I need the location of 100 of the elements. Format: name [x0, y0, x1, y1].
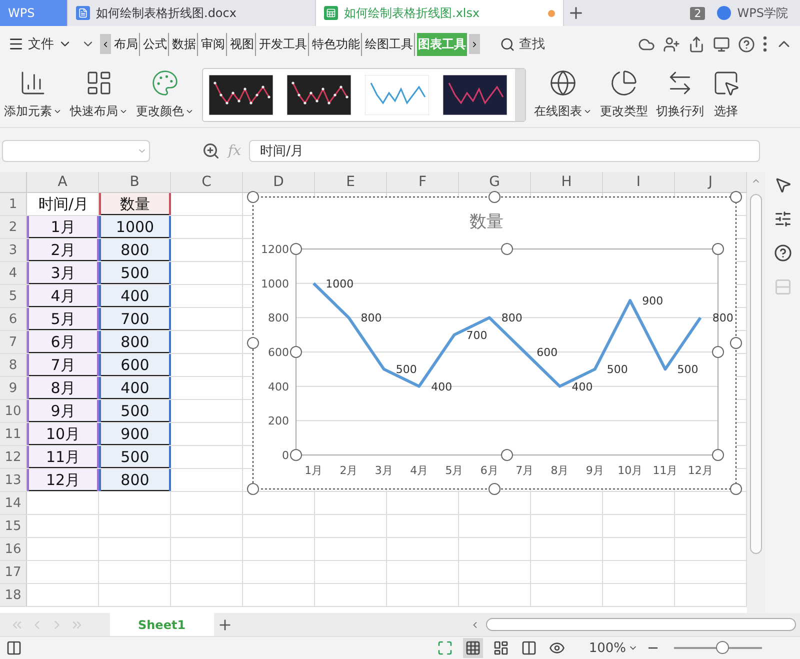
- chart-style-thumbnail[interactable]: [209, 74, 273, 114]
- data-label: 1000: [326, 277, 354, 290]
- window-count[interactable]: 2: [690, 6, 706, 20]
- row-header[interactable]: 16: [0, 538, 27, 560]
- slider-thumb[interactable]: [716, 641, 730, 654]
- caret-icon: [583, 107, 592, 116]
- ribbon-tab[interactable]: 公式: [142, 32, 169, 56]
- zoom-level[interactable]: 100%: [588, 640, 638, 656]
- column-header[interactable]: C: [171, 172, 243, 192]
- row-header[interactable]: 17: [0, 561, 27, 583]
- resize-handle[interactable]: [730, 191, 742, 203]
- row-header[interactable]: 11: [0, 423, 27, 445]
- chart-style-thumbnail[interactable]: [443, 74, 507, 114]
- chevron-left-icon: [101, 40, 110, 48]
- search-button[interactable]: 查找: [494, 34, 551, 54]
- file-menu[interactable]: 文件: [4, 35, 76, 53]
- ribbon-button[interactable]: 切换行列: [652, 67, 708, 122]
- ribbon-tab[interactable]: 数据: [171, 32, 198, 56]
- row-header[interactable]: 13: [0, 469, 27, 491]
- sheet-tab[interactable]: Sheet1: [110, 613, 214, 636]
- formula-field[interactable]: 时间/月: [249, 140, 760, 162]
- scroll-left-button[interactable]: [100, 34, 111, 54]
- column-header[interactable]: F: [387, 172, 459, 192]
- ribbon-button[interactable]: 在线图表: [530, 67, 596, 122]
- column-header[interactable]: B: [99, 172, 171, 192]
- table-cell: 400: [99, 377, 171, 399]
- ribbon-button[interactable]: 更改颜色: [132, 67, 198, 122]
- academy-link[interactable]: WPS学院: [705, 0, 800, 26]
- row-header[interactable]: 5: [0, 285, 27, 307]
- resize-handle[interactable]: [247, 337, 259, 349]
- row-header[interactable]: 2: [0, 216, 27, 238]
- axis-tick-label: 1000: [261, 277, 289, 290]
- ribbon-tab[interactable]: 布局: [113, 32, 140, 56]
- chart-style-thumbnail[interactable]: [365, 74, 429, 114]
- row-header[interactable]: 18: [0, 584, 27, 606]
- data-label: 500: [677, 363, 698, 376]
- table-cell: 9月: [27, 400, 99, 422]
- resize-handle[interactable]: [730, 483, 742, 495]
- table-cell: 3月: [27, 262, 99, 284]
- ribbon-tab[interactable]: 特色功能: [311, 32, 362, 56]
- document-tab[interactable]: WPS: [0, 0, 68, 26]
- column-header[interactable]: A: [27, 172, 99, 192]
- resize-handle[interactable]: [730, 337, 742, 349]
- ribbon-button[interactable]: 快速布局: [66, 67, 132, 122]
- chart-title: 数量: [470, 212, 504, 232]
- cursor-icon[interactable]: [774, 176, 792, 194]
- table-cell: 6月: [27, 331, 99, 353]
- table-cell: 500: [99, 400, 171, 422]
- resize-handle[interactable]: [488, 483, 500, 495]
- vertical-scrollbar[interactable]: [750, 194, 762, 554]
- axis-category-label: 5月: [445, 464, 464, 477]
- row-header[interactable]: 3: [0, 239, 27, 261]
- column-header[interactable]: I: [603, 172, 675, 192]
- axis-tick-label: 1200: [261, 243, 289, 256]
- row-header[interactable]: 4: [0, 262, 27, 284]
- ribbon-tab[interactable]: 审阅: [200, 32, 227, 56]
- table-cell: 500: [99, 262, 171, 284]
- ribbon-button[interactable]: 选择: [708, 67, 744, 122]
- data-label: 800: [501, 312, 522, 325]
- row-header[interactable]: 12: [0, 446, 27, 468]
- ribbon-tab[interactable]: 开发工具: [258, 32, 309, 56]
- resize-handle[interactable]: [247, 191, 259, 203]
- resize-handle[interactable]: [247, 483, 259, 495]
- help-icon: [738, 36, 755, 52]
- globe-icon: [549, 69, 577, 97]
- row-header[interactable]: 7: [0, 331, 27, 353]
- chart-style-thumbnail[interactable]: [287, 74, 351, 114]
- row-header[interactable]: 1: [0, 193, 27, 215]
- spreadsheet-icon: [324, 6, 338, 20]
- column-header[interactable]: H: [531, 172, 603, 192]
- ribbon-tab[interactable]: 绘图工具: [364, 32, 415, 56]
- ribbon-button[interactable]: 添加元素: [0, 67, 66, 122]
- zoom-icon[interactable]: [202, 142, 220, 160]
- document-tab[interactable]: 如何绘制表格折线图.xlsx: [316, 0, 564, 26]
- row-header[interactable]: 14: [0, 492, 27, 514]
- axis-tick-label: 0: [282, 449, 289, 462]
- horizontal-scrollbar[interactable]: [486, 618, 796, 631]
- axis-category-label: 6月: [480, 464, 498, 477]
- table-cell: 700: [99, 308, 171, 330]
- row-header[interactable]: 8: [0, 354, 27, 376]
- layout-icon[interactable]: [6, 640, 22, 656]
- bar-chart-icon: [19, 69, 47, 97]
- ribbon-tab[interactable]: 视图: [229, 32, 256, 56]
- table-cell: 10月: [27, 423, 99, 445]
- axis-category-label: 2月: [340, 464, 358, 477]
- fullscreen-icon: [436, 640, 453, 656]
- axis-category-label: 7月: [516, 464, 534, 477]
- sliders-icon[interactable]: [774, 210, 792, 228]
- row-header[interactable]: 9: [0, 377, 27, 399]
- row-header[interactable]: 10: [0, 400, 27, 422]
- table-cell: 900: [99, 423, 171, 445]
- row-header[interactable]: 15: [0, 515, 27, 537]
- table-cell: 800: [99, 239, 171, 261]
- grid-view-button[interactable]: [462, 638, 483, 658]
- data-label: 900: [642, 294, 664, 308]
- column-header[interactable]: E: [315, 172, 387, 192]
- help-icon[interactable]: [774, 244, 792, 262]
- row-header[interactable]: 6: [0, 308, 27, 330]
- ribbon-button[interactable]: 更改类型: [596, 67, 652, 122]
- scroll-right-button[interactable]: [469, 34, 480, 54]
